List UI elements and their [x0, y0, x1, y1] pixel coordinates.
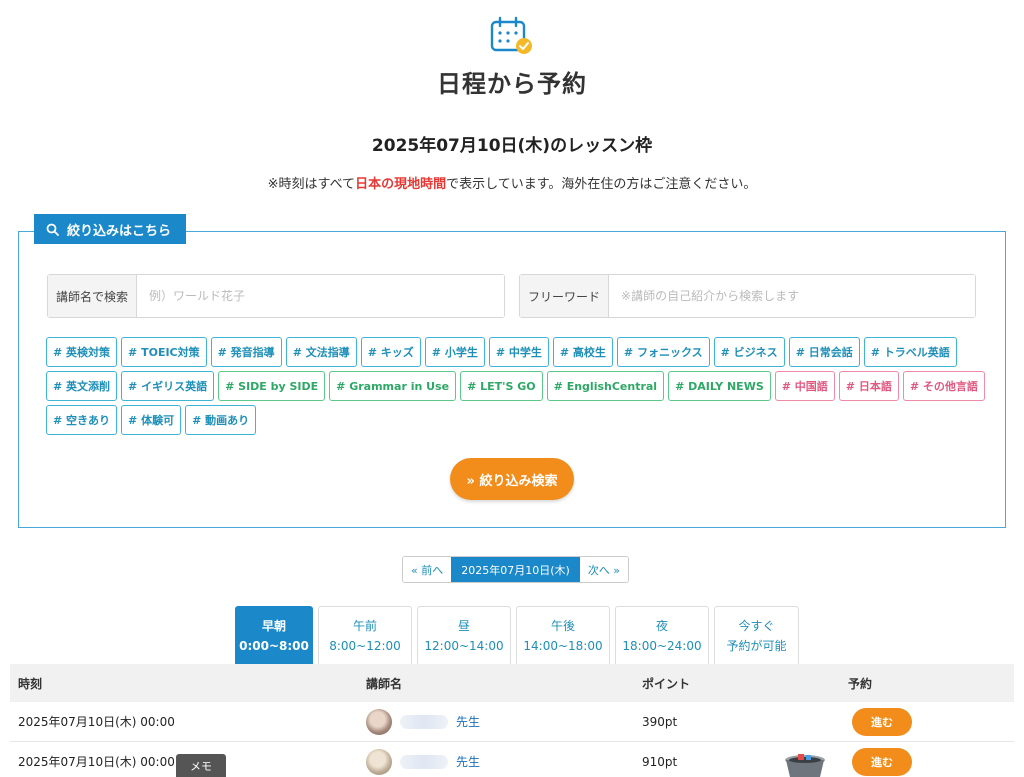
next-date-button[interactable]: 次へ »	[579, 557, 629, 582]
filter-tag[interactable]: # 英検対策	[46, 337, 118, 367]
row-time: 2025年07月10日(木) 00:00	[18, 715, 175, 729]
filter-tag[interactable]: # LET'S GO	[460, 371, 543, 401]
time-tab-label: 午前	[352, 618, 377, 633]
lesson-table: 時刻 講師名 ポイント 予約 2025年07月10日(木) 00:00 先生 3…	[10, 664, 1014, 777]
column-header-teacher: 講師名	[366, 676, 403, 691]
table-row: 2025年07月10日(木) 00:00 先生 910pt 進む	[10, 742, 1014, 777]
filter-tag[interactable]: # その他言語	[902, 371, 985, 401]
teacher-search-group: 講師名で検索	[47, 274, 505, 318]
time-tab-label: 今すぐ	[738, 618, 775, 633]
time-tab-range: 14:00~18:00	[523, 638, 603, 653]
filter-tag[interactable]: # EnglishCentral	[546, 371, 665, 401]
timezone-note-suffix: で表示しています。海外在住の方はご注意ください。	[446, 177, 757, 192]
filter-tab-label: 絞り込みはこちら	[67, 223, 172, 239]
filter-tag[interactable]: # 日常会話	[788, 337, 860, 367]
time-tab-range: 12:00~14:00	[424, 638, 504, 653]
time-tab-label: 午後	[550, 618, 575, 633]
teacher-avatar[interactable]	[366, 748, 392, 775]
filter-tag[interactable]: # 中学生	[488, 337, 549, 367]
calendar-check-icon	[490, 16, 534, 58]
filter-tag[interactable]: # 英文添削	[46, 371, 118, 401]
tag-row: # 英文添削 # イギリス英語 # SIDE by SIDE # Grammar in…	[46, 371, 985, 401]
filter-tag[interactable]: # ビジネス	[713, 337, 785, 367]
time-tab[interactable]: 早朝 0:00~8:00	[235, 606, 313, 664]
teacher-name-link[interactable]: 先生	[456, 753, 480, 770]
filter-tag[interactable]: # Grammar in Use	[329, 371, 457, 401]
filter-toggle-tab[interactable]: 絞り込みはこちら	[34, 214, 186, 244]
time-tab[interactable]: 昼 12:00~14:00	[417, 606, 511, 664]
current-date: 2025年07月10日(木)	[451, 557, 580, 582]
time-tab[interactable]: 午後 14:00~18:00	[516, 606, 610, 664]
time-tab-range: 18:00~24:00	[622, 638, 702, 653]
teacher-name-link[interactable]: 先生	[456, 713, 480, 730]
filter-tag[interactable]: # イギリス英語	[121, 371, 215, 401]
table-header: 時刻 講師名 ポイント 予約	[10, 664, 1014, 702]
memo-tab[interactable]: メモ	[176, 754, 226, 777]
filter-tag[interactable]: # DAILY NEWS	[668, 371, 771, 401]
filter-tag[interactable]: # 体験可	[121, 405, 182, 435]
time-tab-label: 早朝	[261, 618, 286, 633]
filter-search-button[interactable]: » 絞り込み検索	[450, 458, 574, 500]
table-row: 2025年07月10日(木) 00:00 先生 390pt 進む	[10, 702, 1014, 742]
time-range-tabs: 早朝 0:00~8:00 午前 8:00~12:00 昼 12:00~14:00 午後 14:…	[235, 606, 799, 664]
time-tab-label: 夜	[655, 618, 668, 633]
teacher-avatar[interactable]	[366, 708, 392, 735]
timezone-note: ※時刻はすべて日本の現地時間で表示しています。海外在住の方はご注意ください。	[0, 173, 1024, 192]
filter-tag[interactable]: # 中国語	[774, 371, 835, 401]
tag-row: # 空きあり # 体験可 # 動画あり	[46, 405, 946, 435]
column-header-book: 予約	[848, 676, 873, 691]
row-point: 390pt	[642, 714, 678, 729]
row-teacher: 先生	[362, 708, 638, 735]
filter-tag[interactable]: # 動画あり	[185, 405, 257, 435]
proceed-button[interactable]: 進む	[852, 747, 912, 776]
time-tab[interactable]: 今すぐ 予約が可能	[714, 606, 799, 664]
filter-tag[interactable]: # 空きあり	[46, 405, 118, 435]
filter-tag[interactable]: # 文法指導	[285, 337, 357, 367]
timezone-note-prefix: ※時刻はすべて	[267, 177, 356, 192]
time-tab-range: 予約が可能	[726, 638, 787, 653]
filter-tag[interactable]: # トラベル英語	[863, 337, 957, 367]
time-tab-range: 0:00~8:00	[239, 638, 309, 653]
freeword-search-group: フリーワード	[519, 274, 976, 318]
time-tab[interactable]: 午前 8:00~12:00	[318, 606, 412, 664]
freeword-label: フリーワード	[520, 275, 610, 317]
time-tab[interactable]: 夜 18:00~24:00	[615, 606, 709, 664]
filter-tag[interactable]: # キッズ	[360, 337, 421, 367]
teacher-name-blurred	[400, 754, 448, 769]
filter-tag[interactable]: # 日本語	[838, 371, 899, 401]
teacher-search-input[interactable]	[137, 275, 504, 317]
freeword-input[interactable]	[609, 275, 975, 317]
proceed-button[interactable]: 進む	[852, 707, 912, 736]
time-tab-label: 昼	[457, 618, 470, 633]
filter-tags: # 英検対策 # TOEIC対策 # 発音指導 # 文法指導 # キッズ # 小学生 # 中…	[46, 337, 985, 439]
timezone-note-highlight: 日本の現地時間	[355, 177, 447, 192]
tag-row: # 英検対策 # TOEIC対策 # 発音指導 # 文法指導 # キッズ # 小学生 # 中…	[46, 337, 957, 367]
search-icon	[46, 223, 59, 236]
filter-tag[interactable]: # 高校生	[552, 337, 613, 367]
filter-tag[interactable]: # TOEIC対策	[121, 337, 207, 367]
row-teacher: 先生	[362, 748, 638, 775]
date-navigation: « 前へ 2025年07月10日(木) 次へ »	[402, 556, 630, 583]
teacher-search-label: 講師名で検索	[48, 275, 138, 317]
filter-tag[interactable]: # SIDE by SIDE	[218, 371, 326, 401]
trash-can-icon[interactable]	[780, 752, 830, 777]
filter-tag[interactable]: # 発音指導	[210, 337, 282, 367]
prev-date-button[interactable]: « 前へ	[403, 557, 452, 582]
column-header-time: 時刻	[18, 676, 43, 691]
time-tab-range: 8:00~12:00	[329, 638, 401, 653]
teacher-name-blurred	[400, 714, 448, 729]
filter-tag[interactable]: # 小学生	[424, 337, 485, 367]
lesson-slot-title: 2025年07月10日(木)のレッスン枠	[371, 136, 653, 156]
page-title: 日程から予約	[437, 70, 587, 98]
column-header-point: ポイント	[642, 676, 691, 691]
filter-tag[interactable]: # フォニックス	[616, 337, 710, 367]
